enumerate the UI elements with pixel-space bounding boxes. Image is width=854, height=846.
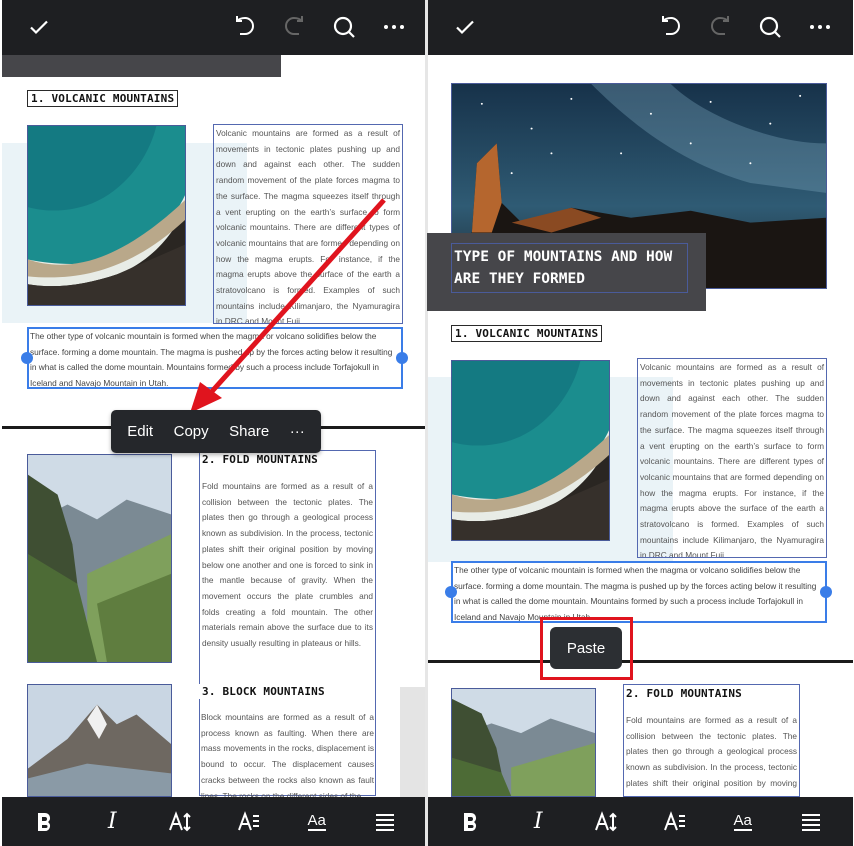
font-size-icon[interactable] bbox=[586, 802, 626, 842]
italic-icon[interactable]: I bbox=[518, 802, 558, 842]
margin-grey-block bbox=[400, 687, 427, 797]
paste-highlight-box bbox=[540, 617, 633, 680]
banner-title[interactable]: TYPE OF MOUNTAINS AND HOW ARE THEY FORME… bbox=[451, 243, 688, 293]
font-size-icon[interactable] bbox=[160, 802, 200, 842]
more-icon[interactable] bbox=[377, 10, 411, 44]
menu-copy[interactable]: Copy bbox=[174, 423, 209, 440]
left-screen: 1. VOLCANIC MOUNTAINS Volcanic mountains… bbox=[2, 0, 427, 846]
font-icon[interactable]: Aa bbox=[297, 802, 337, 842]
check-icon[interactable] bbox=[448, 10, 482, 44]
format-toolbar-right: I Aa bbox=[428, 797, 853, 846]
search-icon[interactable] bbox=[753, 10, 787, 44]
text-style-icon[interactable] bbox=[655, 802, 695, 842]
menu-share[interactable]: Share bbox=[229, 423, 269, 440]
heading-volcanic: 1. VOLCANIC MOUNTAINS bbox=[451, 325, 603, 342]
page-divider bbox=[428, 660, 853, 663]
block-body-text[interactable]: Block mountains are formed as a result o… bbox=[199, 709, 376, 797]
undo-icon[interactable] bbox=[654, 10, 688, 44]
italic-glyph: I bbox=[533, 809, 543, 834]
italic-glyph: I bbox=[107, 809, 117, 834]
align-icon[interactable] bbox=[791, 802, 831, 842]
undo-icon[interactable] bbox=[228, 10, 262, 44]
volcanic-body-text[interactable]: Volcanic mountains are formed as a resul… bbox=[637, 358, 827, 558]
selection-handle-end[interactable] bbox=[820, 586, 832, 598]
redo-icon[interactable] bbox=[703, 10, 737, 44]
volcanic-body-text[interactable]: Volcanic mountains are formed as a resul… bbox=[213, 124, 403, 324]
heading-block: 3. BLOCK MOUNTAINS bbox=[199, 684, 328, 699]
selection-handle-start[interactable] bbox=[445, 586, 457, 598]
pasted-paragraph[interactable]: The other type of volcanic mountain is f… bbox=[451, 561, 827, 623]
bold-icon[interactable] bbox=[24, 802, 64, 842]
top-toolbar bbox=[2, 0, 427, 55]
photo-volcanic-pool[interactable] bbox=[27, 125, 186, 306]
font-glyph: Aa bbox=[733, 811, 752, 831]
photo-volcanic-pool[interactable] bbox=[451, 360, 610, 541]
selected-paragraph[interactable]: The other type of volcanic mountain is f… bbox=[27, 327, 403, 389]
format-toolbar: I Aa bbox=[2, 797, 427, 846]
menu-edit[interactable]: Edit bbox=[127, 423, 153, 440]
photo-fold-mountain[interactable] bbox=[451, 688, 596, 797]
font-icon[interactable]: Aa bbox=[723, 802, 763, 842]
photo-block-mountain[interactable] bbox=[27, 684, 172, 797]
search-icon[interactable] bbox=[327, 10, 361, 44]
photo-fold-mountain[interactable] bbox=[27, 454, 172, 663]
context-menu: Edit Copy Share ··· bbox=[111, 410, 321, 453]
font-glyph: Aa bbox=[307, 811, 326, 831]
menu-more-icon[interactable]: ··· bbox=[290, 423, 305, 440]
bold-icon[interactable] bbox=[450, 802, 490, 842]
selection-handle-start[interactable] bbox=[21, 352, 33, 364]
text-style-icon[interactable] bbox=[229, 802, 269, 842]
more-icon[interactable] bbox=[803, 10, 837, 44]
check-icon[interactable] bbox=[22, 10, 56, 44]
top-toolbar-right bbox=[428, 0, 853, 55]
banner-strip bbox=[2, 55, 281, 77]
heading-volcanic: 1. VOLCANIC MOUNTAINS bbox=[27, 90, 179, 107]
selection-handle-end[interactable] bbox=[396, 352, 408, 364]
align-icon[interactable] bbox=[365, 802, 405, 842]
italic-icon[interactable]: I bbox=[92, 802, 132, 842]
fold-body-text[interactable]: Fold mountains are formed as a result of… bbox=[623, 684, 800, 797]
redo-icon[interactable] bbox=[277, 10, 311, 44]
